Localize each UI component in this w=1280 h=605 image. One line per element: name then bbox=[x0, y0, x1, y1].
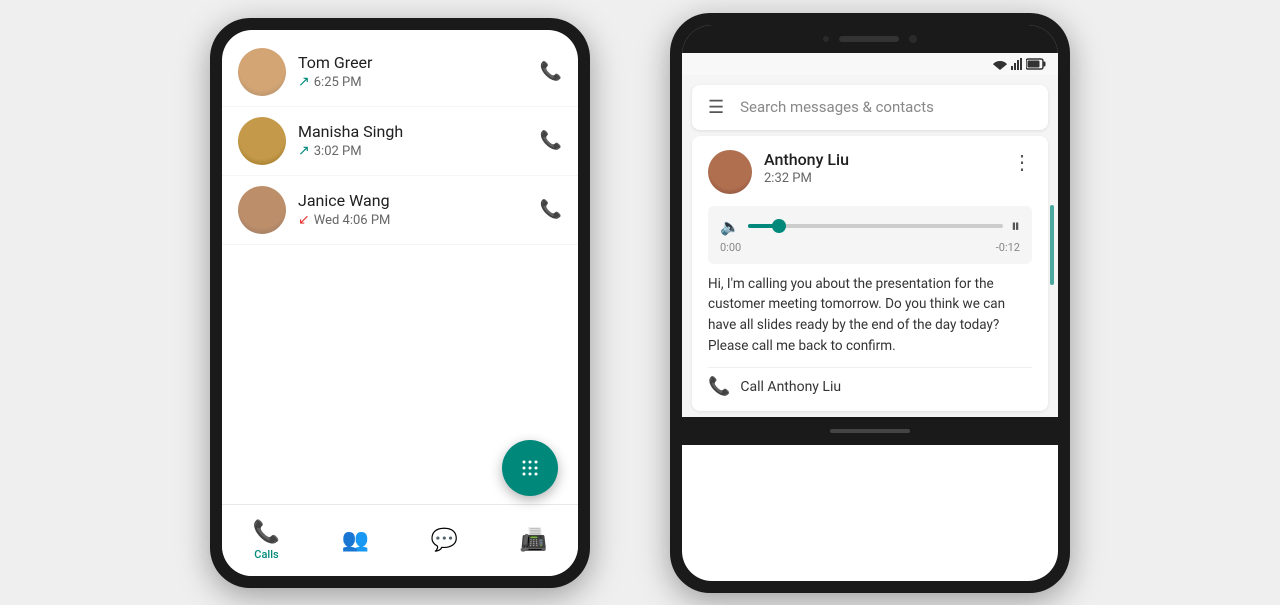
main-scene: Tom Greer ↗ 6:25 PM 📞 Manisha Singh bbox=[0, 0, 1280, 605]
bottom-nav: 📞 Calls 👥 💬 📠 bbox=[222, 504, 578, 576]
avatar-janice bbox=[238, 186, 286, 234]
outgoing-arrow-manisha: ↗ bbox=[298, 143, 310, 159]
transcript-text: Hi, I'm calling you about the presentati… bbox=[708, 274, 1032, 358]
battery-icon bbox=[1026, 58, 1046, 70]
call-action[interactable]: 📞 Call Anthony Liu bbox=[708, 367, 1032, 397]
search-placeholder: Search messages & contacts bbox=[740, 98, 1032, 116]
call-item-manisha[interactable]: Manisha Singh ↗ 3:02 PM 📞 bbox=[222, 107, 578, 176]
contacts-icon: 👥 bbox=[342, 528, 369, 553]
nav-contacts[interactable]: 👥 bbox=[311, 528, 400, 553]
call-detail-tom: ↗ 6:25 PM bbox=[298, 74, 528, 90]
camera-main bbox=[909, 35, 917, 43]
call-name-manisha: Manisha Singh bbox=[298, 122, 528, 141]
audio-progress-track[interactable] bbox=[748, 224, 1003, 228]
message-header: Anthony Liu 2:32 PM ⋮ bbox=[708, 150, 1032, 194]
calls-icon: 📞 bbox=[253, 520, 280, 545]
audio-times: 0:00 -0:12 bbox=[720, 241, 1020, 254]
sender-name: Anthony Liu bbox=[764, 150, 1012, 169]
call-phone-tom[interactable]: 📞 bbox=[540, 61, 562, 82]
hamburger-icon[interactable]: ☰ bbox=[708, 97, 724, 118]
phone-top-bar bbox=[682, 25, 1058, 53]
call-time-manisha: 3:02 PM bbox=[314, 144, 362, 159]
scroll-indicator[interactable] bbox=[1050, 205, 1054, 285]
call-info-tom: Tom Greer ↗ 6:25 PM bbox=[298, 53, 528, 90]
avatar-anthony bbox=[708, 150, 752, 194]
messages-icon: 💬 bbox=[431, 528, 458, 553]
audio-pause-button[interactable]: ⏸ bbox=[1011, 216, 1020, 237]
call-item-janice[interactable]: Janice Wang ↙ Wed 4:06 PM 📞 bbox=[222, 176, 578, 245]
call-time-janice: Wed 4:06 PM bbox=[314, 213, 391, 228]
call-list: Tom Greer ↗ 6:25 PM 📞 Manisha Singh bbox=[222, 30, 578, 504]
wifi-icon bbox=[992, 58, 1008, 70]
sender-time: 2:32 PM bbox=[764, 171, 1012, 186]
avatar-manisha bbox=[238, 117, 286, 165]
more-options-icon[interactable]: ⋮ bbox=[1012, 150, 1032, 174]
call-item-tom[interactable]: Tom Greer ↗ 6:25 PM 📞 bbox=[222, 38, 578, 107]
call-time-tom: 6:25 PM bbox=[314, 75, 362, 90]
call-name-tom: Tom Greer bbox=[298, 53, 528, 72]
audio-player: 🔈 ⏸ 0:00 -0:12 bbox=[708, 206, 1032, 264]
status-icons bbox=[992, 58, 1046, 70]
nav-messages[interactable]: 💬 bbox=[400, 528, 489, 553]
audio-speaker-icon[interactable]: 🔈 bbox=[720, 217, 740, 236]
dialpad-fab[interactable] bbox=[502, 440, 558, 496]
audio-total-time: -0:12 bbox=[996, 241, 1020, 254]
phone-1-screen: Tom Greer ↗ 6:25 PM 📞 Manisha Singh bbox=[222, 30, 578, 576]
call-detail-janice: ↙ Wed 4:06 PM bbox=[298, 212, 528, 228]
missed-arrow-janice: ↙ bbox=[298, 212, 310, 228]
dialpad-icon bbox=[518, 456, 542, 480]
phone1-content: Tom Greer ↗ 6:25 PM 📞 Manisha Singh bbox=[222, 30, 578, 576]
home-indicator[interactable] bbox=[830, 429, 910, 433]
voicemail-icon: 📠 bbox=[520, 528, 547, 553]
audio-thumb[interactable] bbox=[772, 219, 786, 233]
call-action-phone-icon: 📞 bbox=[708, 376, 730, 397]
call-name-janice: Janice Wang bbox=[298, 191, 528, 210]
audio-controls: 🔈 ⏸ bbox=[720, 216, 1020, 237]
call-detail-manisha: ↗ 3:02 PM bbox=[298, 143, 528, 159]
call-info-janice: Janice Wang ↙ Wed 4:06 PM bbox=[298, 191, 528, 228]
speaker-grille bbox=[839, 36, 899, 42]
phone-2-screen: ☰ Search messages & contacts Anthony Liu… bbox=[682, 25, 1058, 581]
status-bar bbox=[682, 53, 1058, 75]
call-phone-manisha[interactable]: 📞 bbox=[540, 130, 562, 151]
message-card: Anthony Liu 2:32 PM ⋮ 🔈 bbox=[692, 136, 1048, 412]
camera-small bbox=[823, 36, 829, 42]
search-bar[interactable]: ☰ Search messages & contacts bbox=[692, 85, 1048, 130]
call-phone-janice[interactable]: 📞 bbox=[540, 199, 562, 220]
outgoing-arrow-tom: ↗ bbox=[298, 74, 310, 90]
phone-2: ☰ Search messages & contacts Anthony Liu… bbox=[670, 13, 1070, 593]
call-info-manisha: Manisha Singh ↗ 3:02 PM bbox=[298, 122, 528, 159]
audio-current-time: 0:00 bbox=[720, 241, 741, 254]
signal-icon bbox=[1011, 58, 1023, 70]
nav-calls[interactable]: 📞 Calls bbox=[222, 520, 311, 561]
call-action-label: Call Anthony Liu bbox=[740, 379, 841, 395]
msg-name-time: Anthony Liu 2:32 PM bbox=[764, 150, 1012, 186]
nav-voicemail[interactable]: 📠 bbox=[489, 528, 578, 553]
calls-label: Calls bbox=[254, 548, 278, 561]
phone-1: Tom Greer ↗ 6:25 PM 📞 Manisha Singh bbox=[210, 18, 590, 588]
phone2-main-content: ☰ Search messages & contacts Anthony Liu… bbox=[682, 75, 1058, 418]
phone-2-bottom-bar bbox=[682, 417, 1058, 445]
avatar-tom bbox=[238, 48, 286, 96]
